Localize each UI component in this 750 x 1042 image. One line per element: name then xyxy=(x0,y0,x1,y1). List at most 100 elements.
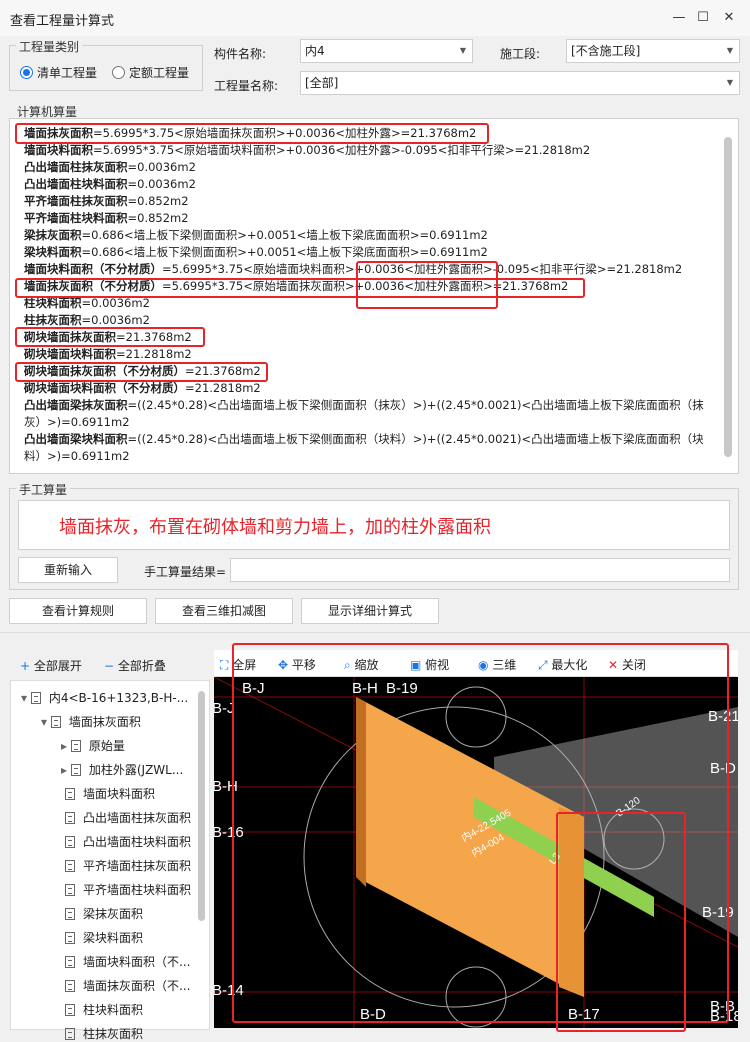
calc-line-formula: =0.852m2 xyxy=(127,211,189,225)
tree-node[interactable]: 墙面块料面积（不... xyxy=(65,953,190,970)
document-icon xyxy=(65,932,75,944)
tree-node[interactable]: 凸出墙面柱块料面积 xyxy=(65,833,191,850)
tree-node-label: 墙面抹灰面积（不... xyxy=(83,979,191,993)
manual-result-input[interactable] xyxy=(230,558,730,582)
highlight-box xyxy=(15,123,489,144)
qty-name-select-value: [全部] xyxy=(305,76,339,90)
expand-icon: + xyxy=(20,659,31,673)
tree-node[interactable]: 凸出墙面柱抹灰面积 xyxy=(65,809,191,826)
document-icon xyxy=(65,788,75,800)
qty-name-select[interactable]: [全部] ▼ xyxy=(300,71,740,95)
reinput-button[interactable]: 重新输入 xyxy=(18,557,118,583)
document-icon xyxy=(65,860,75,872)
tree-node-label: 柱块料面积 xyxy=(83,1003,144,1017)
radio-quota-qty[interactable]: 定额工程量 xyxy=(112,64,189,81)
highlight-box xyxy=(15,362,268,382)
collapse-icon: − xyxy=(104,659,115,673)
tree-node-label: 原始量 xyxy=(88,739,125,753)
window-title: 查看工程量计算式 xyxy=(10,14,115,29)
maximize-button[interactable]: ☐ xyxy=(692,8,714,28)
tree-node[interactable]: ▾ 内4<B-16+1323,B-H-... xyxy=(21,689,188,706)
calc-line-formula: =0.0036m2 xyxy=(127,177,196,191)
calc-line: 凸出墙面梁抹灰面积=((2.45*0.28)<凸出墙面墙上板下梁侧面面积（抹灰）… xyxy=(24,397,704,414)
tree-node[interactable]: ▾ 墙面抹灰面积 xyxy=(41,713,141,730)
calc-line-name: 砌块墙面块料面积（不分材质） xyxy=(24,381,185,395)
close-button[interactable]: ✕ xyxy=(718,8,740,28)
tree-node-label: 平齐墙面柱抹灰面积 xyxy=(83,859,192,873)
manual-label: 手工算量 xyxy=(16,481,71,498)
tree-node-label: 墙面块料面积（不... xyxy=(83,955,191,969)
component-label: 构件名称: xyxy=(214,47,267,61)
calc-line-name: 凸出墙面梁块料面积 xyxy=(24,432,128,446)
view-3d-deduct-button[interactable]: 查看三维扣减图 xyxy=(155,598,293,624)
tree-node[interactable]: 墙面抹灰面积（不... xyxy=(65,977,190,994)
tree-node[interactable]: ▸ 加柱外露(JZWL... xyxy=(61,761,183,778)
collapse-all-button[interactable]: − 全部折叠 xyxy=(104,657,166,674)
dropdown-arrow-icon: ▼ xyxy=(726,78,733,87)
document-icon xyxy=(70,740,81,752)
calc-text-area[interactable]: 墙面抹灰面积=5.6995*3.75<原始墙面抹灰面积>+0.0036<加柱外露… xyxy=(9,118,739,474)
tree-scrollbar[interactable] xyxy=(198,691,205,921)
stage-select[interactable]: [不含施工段] ▼ xyxy=(566,39,740,63)
calc-line-formula: =0.686<墙上板下梁侧面面积>+0.0051<墙上板下梁底面面积>=0.69… xyxy=(81,245,488,259)
document-icon xyxy=(65,1028,75,1040)
document-icon xyxy=(65,908,75,920)
tree-node[interactable]: 平齐墙面柱块料面积 xyxy=(65,881,191,898)
calc-line-name: 平齐墙面柱抹灰面积 xyxy=(24,194,128,208)
calc-line-name: 砌块墙面块料面积 xyxy=(24,347,116,361)
stage-label: 施工段: xyxy=(500,47,541,61)
tree-node[interactable]: 梁块料面积 xyxy=(65,929,143,946)
document-icon xyxy=(65,1004,75,1016)
show-detail-button[interactable]: 显示详细计算式 xyxy=(301,598,439,624)
tree-node[interactable]: 柱块料面积 xyxy=(65,1001,143,1018)
calc-line-name: 梁块料面积 xyxy=(24,245,82,259)
collapsed-arrow-icon[interactable]: ▸ xyxy=(61,763,71,777)
highlight-box xyxy=(356,261,498,309)
tree-node[interactable]: 柱抹灰面积 xyxy=(65,1025,143,1042)
calc-line-name: 墙面块料面积（不分材质） xyxy=(24,262,162,276)
calc-line-formula: =21.2818m2 xyxy=(185,381,261,395)
calc-line-formula: =21.2818m2 xyxy=(116,347,192,361)
collapse-all-label: 全部折叠 xyxy=(117,659,166,673)
expand-all-button[interactable]: + 全部展开 xyxy=(20,657,82,674)
stage-select-value: [不含施工段] xyxy=(571,44,641,58)
category-label: 工程量类别 xyxy=(16,38,83,55)
component-select-value: 内4 xyxy=(305,44,325,58)
divider xyxy=(0,632,750,633)
tree-node[interactable]: 平齐墙面柱抹灰面积 xyxy=(65,857,191,874)
view-rules-button[interactable]: 查看计算规则 xyxy=(9,598,147,624)
calc-line: 墙面块料面积=5.6995*3.75<原始墙面块料面积>+0.0036<加柱外露… xyxy=(24,142,590,159)
document-icon xyxy=(65,980,75,992)
highlight-box xyxy=(15,278,585,298)
calc-line: 梁抹灰面积=0.686<墙上板下梁侧面面积>+0.0051<墙上板下梁底面面积>… xyxy=(24,227,488,244)
expanded-arrow-icon[interactable]: ▾ xyxy=(21,691,31,705)
calc-line-formula: =5.6995*3.75<原始墙面块料面积>+0.0036<加柱外露>-0.09… xyxy=(93,143,591,157)
calc-line: 凸出墙面柱抹灰面积=0.0036m2 xyxy=(24,159,196,176)
minimize-button[interactable]: — xyxy=(668,8,690,28)
tree-node-label: 平齐墙面柱块料面积 xyxy=(83,883,192,897)
component-select[interactable]: 内4 ▼ xyxy=(300,39,473,63)
radio-list-qty[interactable]: 清单工程量 xyxy=(20,64,97,81)
tree-node[interactable]: 墙面块料面积 xyxy=(65,785,155,802)
calc-line-formula: 料）>)=0.6911m2 xyxy=(24,449,130,463)
calc-line-name: 平齐墙面柱块料面积 xyxy=(24,211,128,225)
collapsed-arrow-icon[interactable]: ▸ xyxy=(61,739,71,753)
radio-checked-icon xyxy=(20,66,33,79)
expanded-arrow-icon[interactable]: ▾ xyxy=(41,715,51,729)
vertical-scrollbar[interactable] xyxy=(724,137,732,457)
tree-node[interactable]: ▸ 原始量 xyxy=(61,737,125,754)
calc-line: 灰）>)=0.6911m2 xyxy=(24,414,130,431)
document-icon xyxy=(50,716,61,728)
calc-line: 料）>)=0.6911m2 xyxy=(24,448,130,465)
tree-node-label: 内4<B-16+1323,B-H-... xyxy=(48,691,189,705)
manual-input[interactable]: 墙面抹灰，布置在砌体墙和剪力墙上，加的柱外露面积 xyxy=(18,500,730,550)
calc-line-name: 凸出墙面柱抹灰面积 xyxy=(24,160,128,174)
calc-line-formula: =((2.45*0.28)<凸出墙面墙上板下梁侧面面积（抹灰）>)+((2.45… xyxy=(127,398,704,412)
highlight-box xyxy=(556,812,686,1032)
document-icon xyxy=(65,956,75,968)
tree-node[interactable]: 梁抹灰面积 xyxy=(65,905,143,922)
tree-node-label: 梁块料面积 xyxy=(83,931,144,945)
calc-line-name: 凸出墙面梁抹灰面积 xyxy=(24,398,128,412)
document-icon xyxy=(70,764,81,776)
tree-node-label: 加柱外露(JZWL... xyxy=(88,763,184,777)
